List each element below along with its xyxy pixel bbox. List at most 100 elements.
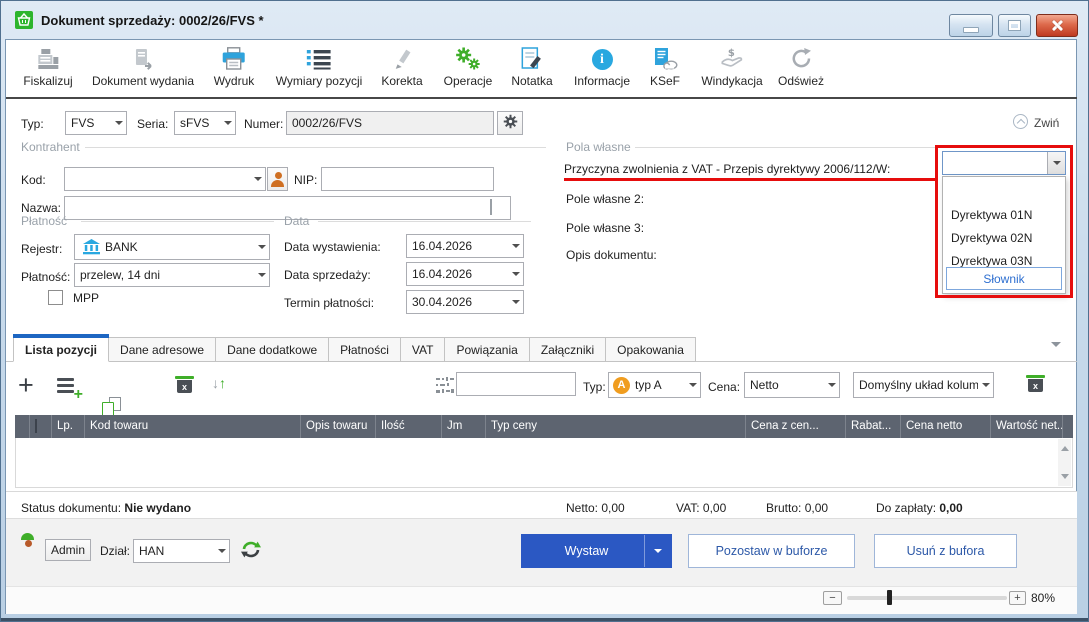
tab-strip: Lista pozycji Dane adresowe Dane dodatko… — [13, 337, 696, 362]
toolbar-informacje[interactable]: i Informacje — [574, 45, 630, 88]
wystaw-button[interactable]: Wystaw — [521, 534, 672, 568]
nip-field[interactable] — [321, 167, 494, 191]
toolbar-operacje[interactable]: Operacje — [444, 45, 493, 88]
close-button[interactable] — [1036, 14, 1078, 37]
add-row-button[interactable]: + — [18, 373, 34, 397]
usun-z-bufora-button[interactable]: Usuń z bufora — [874, 534, 1017, 568]
checkbox-icon[interactable] — [35, 419, 37, 433]
platnosc-select[interactable]: przelew, 14 dni — [74, 263, 270, 287]
table-body[interactable] — [15, 438, 1073, 488]
document-out-icon — [132, 45, 155, 70]
termin-platnosci-select[interactable]: 30.04.2026 — [406, 290, 524, 314]
keyboard-icon[interactable] — [490, 200, 492, 214]
seria-select[interactable]: sFVS — [174, 111, 236, 135]
dropdown-option[interactable]: Dyrektywa 02N — [943, 227, 1065, 250]
cena-label: Cena: — [708, 380, 740, 394]
select-all-column[interactable] — [30, 415, 52, 438]
data-sprzedazy-select[interactable]: 16.04.2026 — [406, 262, 524, 286]
bank-icon — [83, 239, 100, 255]
data-wystawienia-select[interactable]: 16.04.2026 — [406, 234, 524, 258]
copy-row-button[interactable] — [102, 397, 121, 416]
przyczyna-zwolnienia-select[interactable] — [942, 151, 1066, 175]
typ-select[interactable]: FVS — [65, 111, 127, 135]
column-wartosc-netto[interactable]: Wartość net... — [991, 415, 1063, 438]
column-cena-z-cennika[interactable]: Cena z cen... — [746, 415, 846, 438]
column-ilosc[interactable]: Ilość — [376, 415, 442, 438]
seria-label: Seria: — [137, 117, 168, 131]
arrow-down-icon: ↓ — [212, 375, 219, 391]
maximize-button[interactable] — [998, 14, 1031, 37]
toolbar-ksef[interactable]: KSeF — [650, 45, 680, 88]
column-typ-ceny[interactable]: Typ ceny — [486, 415, 746, 438]
refresh-session-icon[interactable] — [240, 539, 262, 563]
data-sprzedazy-label: Data sprzedaży: — [284, 268, 371, 282]
toolbar-fiskalizuj[interactable]: Fiskalizuj — [23, 45, 72, 88]
dzial-select[interactable]: HAN — [133, 539, 230, 563]
table-scrollbar[interactable] — [1058, 439, 1071, 486]
cena-select[interactable]: Netto — [744, 372, 840, 398]
chevron-down-icon — [111, 112, 126, 134]
hand-money-icon: $ — [719, 45, 744, 70]
rejestr-select[interactable]: BANK — [74, 234, 270, 260]
toolbar-wydruk[interactable]: Wydruk — [214, 45, 255, 88]
delete-layout-button[interactable]: x — [1028, 374, 1043, 392]
window-frame: Dokument sprzedaży: 0002/26/FVS * Fiskal… — [0, 0, 1089, 622]
cash-register-icon — [37, 45, 59, 70]
gears-icon — [455, 45, 480, 70]
chevron-down-icon[interactable] — [1047, 152, 1065, 174]
column-lp[interactable]: Lp. — [52, 415, 85, 438]
toolbar-odswiez[interactable]: Odśwież — [778, 45, 824, 88]
numer-field[interactable] — [286, 111, 494, 135]
column-rabat[interactable]: Rabat... — [846, 415, 901, 438]
zoom-slider-track[interactable] — [847, 596, 1007, 600]
wystaw-dropdown-arrow[interactable] — [644, 535, 671, 567]
zoom-slider-handle[interactable] — [887, 590, 892, 605]
column-opis-towaru[interactable]: Opis towaru — [301, 415, 376, 438]
minimize-button[interactable] — [949, 14, 993, 37]
kod-select[interactable] — [64, 167, 266, 191]
add-multiple-rows-button[interactable]: + — [57, 378, 83, 398]
zoom-in-button[interactable]: + — [1009, 591, 1026, 605]
column-layout-select[interactable]: Domyślny układ kolumn — [853, 372, 994, 398]
column-jm[interactable]: Jm — [442, 415, 486, 438]
toolbar-windykacja[interactable]: $ Windykacja — [701, 45, 762, 88]
tab-powiazania[interactable]: Powiązania — [445, 337, 529, 362]
column-filler — [1063, 415, 1073, 438]
tab-dane-adresowe[interactable]: Dane adresowe — [109, 337, 216, 362]
toolbar-wymiary-pozycji[interactable]: Wymiary pozycji — [276, 45, 363, 88]
barcode-search-input[interactable] — [456, 372, 576, 396]
pozostaw-w-buforze-button[interactable]: Pozostaw w buforze — [688, 534, 855, 568]
row-indicator-column — [15, 415, 30, 438]
kontrahent-lookup-button[interactable] — [267, 167, 288, 191]
toolbar-korekta[interactable]: Korekta — [381, 45, 422, 88]
collapse-link[interactable]: Zwiń — [1034, 116, 1059, 130]
mpp-checkbox[interactable] — [48, 290, 63, 305]
numer-settings-button[interactable] — [497, 111, 523, 135]
sort-rows-button[interactable]: ↓↑ — [212, 373, 226, 393]
plus-icon: + — [18, 370, 34, 400]
tab-dane-dodatkowe[interactable]: Dane dodatkowe — [216, 337, 329, 362]
scroll-up-icon[interactable] — [1061, 442, 1069, 451]
slownik-button[interactable]: Słownik — [946, 267, 1062, 290]
tab-platnosci[interactable]: Płatności — [329, 337, 401, 362]
column-cena-netto[interactable]: Cena netto — [901, 415, 991, 438]
przyczyna-zwolnienia-label: Przyczyna zwolnienia z VAT - Przepis dyr… — [564, 162, 936, 176]
tab-vat[interactable]: VAT — [401, 337, 446, 362]
zoom-out-button[interactable]: − — [823, 591, 842, 605]
rejestr-label: Rejestr: — [21, 242, 62, 256]
tab-opakowania[interactable]: Opakowania — [606, 337, 696, 362]
tab-lista-pozycji[interactable]: Lista pozycji — [13, 337, 109, 362]
group-divider — [81, 221, 274, 222]
tab-zalaczniki[interactable]: Załączniki — [530, 337, 606, 362]
toolbar-dokument-wydania[interactable]: Dokument wydania — [92, 45, 194, 88]
pozycja-typ-select[interactable]: A typ A — [608, 372, 701, 398]
dropdown-option[interactable]: Dyrektywa 01N — [943, 204, 1065, 227]
scroll-down-icon[interactable] — [1061, 474, 1069, 483]
toolbar-notatka[interactable]: Notatka — [511, 45, 552, 88]
column-kod-towaru[interactable]: Kod towaru — [85, 415, 301, 438]
group-divider — [635, 147, 1069, 148]
tabs-collapse-chevron-icon[interactable] — [1051, 342, 1061, 352]
note-icon — [521, 45, 542, 70]
user-button[interactable]: Admin — [45, 539, 91, 561]
delete-row-button[interactable]: x — [177, 375, 192, 393]
